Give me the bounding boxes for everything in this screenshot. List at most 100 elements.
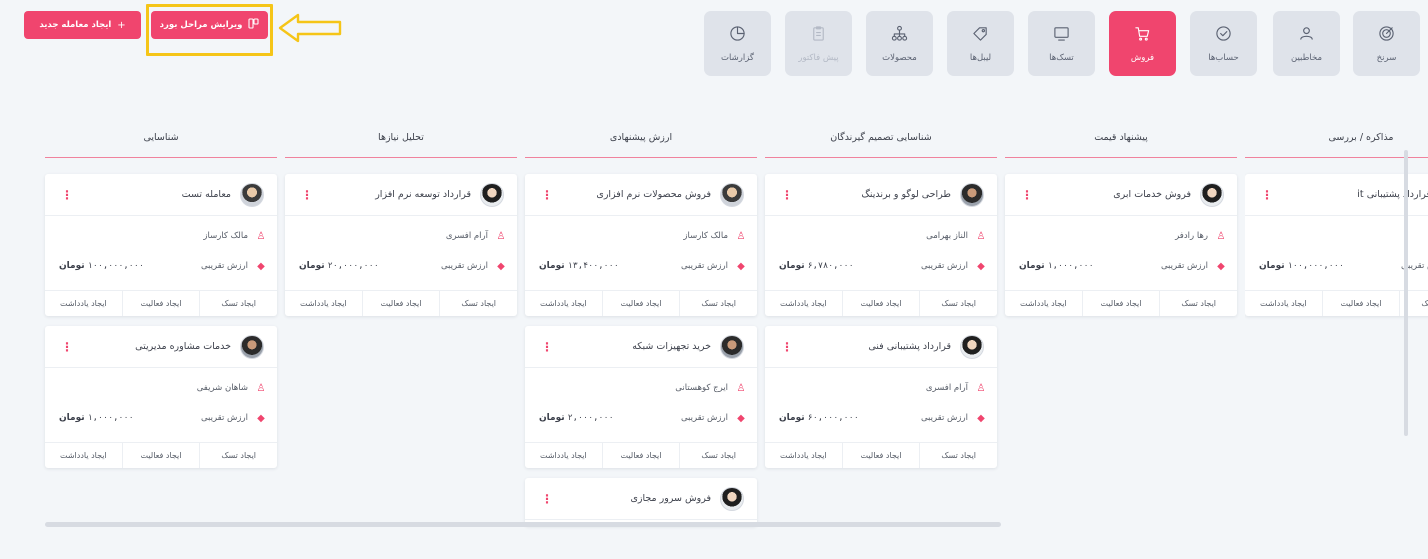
avatar xyxy=(720,182,744,207)
currency-label: تومان xyxy=(59,413,85,423)
deal-heading: فروش خدمات ابری xyxy=(1113,182,1224,207)
deal-card[interactable]: ⋮ قرارداد پشتیبانی فنی ♙ آرام افسری تومان ۶۰,… xyxy=(765,326,997,468)
deal-card[interactable]: ⋮ خرید تجهیزات شبکه ♙ ایرج کوهستانی تومان ۲,۰… xyxy=(525,326,757,468)
kebab-menu-icon[interactable]: ⋮ xyxy=(61,189,73,201)
deal-owner-row: ♙ شاهان شریفی xyxy=(45,373,277,403)
user-icon: ♙ xyxy=(1216,230,1226,242)
amount-label: ارزش تقریبی xyxy=(680,261,728,271)
deal-card-header: ⋮ خدمات مشاوره مدیریتی xyxy=(45,326,277,368)
board-column: شناسایی تصمیم گیرندگان ⋮ طراحی لوگو و برند… xyxy=(765,118,997,468)
deal-amount: تومان ۱,۰۰۰,۰۰۰ xyxy=(59,413,134,423)
kebab-menu-icon[interactable]: ⋮ xyxy=(541,493,553,505)
create-activity-button[interactable]: ایجاد فعالیت xyxy=(361,291,440,316)
column-title: شناسایی xyxy=(45,118,277,158)
create-activity-button[interactable]: ایجاد فعالیت xyxy=(121,291,200,316)
deal-card[interactable]: ⋮ فروش خدمات ابری ♙ رها رادفر تومان ۱,۰۰۰,۰۰۰… xyxy=(1005,174,1237,316)
deal-title[interactable]: خدمات مشاوره مدیریتی xyxy=(135,341,231,352)
deal-card[interactable]: ⋮ فروش محصولات نرم افزاری ♙ مالک کارساز توما… xyxy=(525,174,757,316)
owner-info: ♙ ایرج کوهستانی xyxy=(675,383,746,394)
deal-title[interactable]: طراحی لوگو و برندینگ xyxy=(861,189,951,200)
deal-card[interactable]: ⋮ فروش سرور مجازی xyxy=(525,478,757,526)
deal-title[interactable]: فروش خدمات ابری xyxy=(1113,189,1191,200)
amount-label-group: ◆ ارزش تقریبی xyxy=(441,261,506,272)
kebab-menu-icon[interactable]: ⋮ xyxy=(541,341,553,353)
kebab-menu-icon[interactable]: ⋮ xyxy=(1261,189,1273,201)
create-task-button[interactable]: ایجاد تسک xyxy=(919,291,997,316)
create-note-button[interactable]: ایجاد یادداشت xyxy=(285,291,362,316)
create-note-button[interactable]: ایجاد یادداشت xyxy=(525,291,602,316)
create-task-button[interactable]: ایجاد تسک xyxy=(679,291,757,316)
deal-amount: تومان ۱۰۰,۰۰۰,۰۰۰ xyxy=(1259,261,1344,271)
deal-card-header: ⋮ خرید تجهیزات شبکه xyxy=(525,326,757,368)
create-activity-button[interactable]: ایجاد فعالیت xyxy=(1081,291,1160,316)
create-task-button[interactable]: ایجاد تسک xyxy=(679,443,757,468)
deal-card[interactable]: ⋮ طراحی لوگو و برندینگ ♙ الناز بهرامی تومان ۶… xyxy=(765,174,997,316)
create-activity-button[interactable]: ایجاد فعالیت xyxy=(841,291,920,316)
kebab-menu-icon[interactable]: ⋮ xyxy=(781,341,793,353)
deal-card[interactable]: ⋮ قرارداد پشتیبانی it ♙تومان۱۰۰,۰۰۰,۰۰۰◆ار… xyxy=(1245,174,1428,316)
kebab-menu-icon[interactable]: ⋮ xyxy=(301,189,313,201)
deal-title[interactable]: خرید تجهیزات شبکه xyxy=(632,341,711,352)
deal-owner-row: ♙ الناز بهرامی xyxy=(765,221,997,251)
avatar xyxy=(960,182,984,207)
deal-card[interactable]: ⋮ قرارداد توسعه نرم افزار ♙ آرام افسری تومان… xyxy=(285,174,517,316)
amount-value: ۲۰,۰۰۰,۰۰۰ xyxy=(327,261,379,271)
deal-amount-row: تومان ۲۰,۰۰۰,۰۰۰ ◆ ارزش تقریبی xyxy=(285,251,517,281)
create-task-button[interactable]: ایجاد تسک xyxy=(199,291,277,316)
create-task-button[interactable]: ایجاد تسک xyxy=(919,443,997,468)
create-note-button[interactable]: ایجاد یادداشت xyxy=(765,443,842,468)
create-task-button[interactable]: ایجاد تسک xyxy=(199,443,277,468)
amount-value: ۶۰,۰۰۰,۰۰۰ xyxy=(807,413,859,423)
amount-label-group: ◆ ارزش تقریبی xyxy=(1161,261,1226,272)
kebab-menu-icon[interactable]: ⋮ xyxy=(541,189,553,201)
deal-title[interactable]: قرارداد پشتیبانی فنی xyxy=(868,341,951,352)
currency-label: تومان xyxy=(1259,261,1285,271)
currency-label: تومان xyxy=(299,261,325,271)
amount-label: ارزش تقریبی xyxy=(200,261,248,271)
kebab-menu-icon[interactable]: ⋮ xyxy=(61,341,73,353)
column-cards: ⋮ معامله تست ♙ مالک کارساز تومان ۱۰۰,۰۰۰,۰۰۰ ◆… xyxy=(45,174,277,468)
kebab-menu-icon[interactable]: ⋮ xyxy=(781,189,793,201)
amount-value: ۶,۷۸۰,۰۰۰ xyxy=(807,261,854,271)
create-task-button[interactable]: ایجاد تسک xyxy=(439,291,517,316)
create-activity-button[interactable]: ایجاد فعالیت xyxy=(601,443,680,468)
currency-label: تومان xyxy=(539,413,565,423)
create-note-button[interactable]: ایجاد یادداشت xyxy=(1245,291,1322,316)
owner-info: ♙ رها رادفر xyxy=(1175,231,1226,242)
deal-card[interactable]: ⋮ خدمات مشاوره مدیریتی ♙ شاهان شریفی تومان ۱,… xyxy=(45,326,277,468)
diamond-icon: ◆ xyxy=(737,412,745,424)
deal-title[interactable]: فروش سرور مجازی xyxy=(630,493,711,504)
create-activity-button[interactable]: ایجاد فعالیت xyxy=(601,291,680,316)
board-overflow-area: مذاکره / بررسی⋮قرارداد پشتیبانی it♙تومان… xyxy=(1245,0,1428,559)
vertical-scrollbar[interactable] xyxy=(1404,150,1408,436)
deal-card[interactable]: ⋮ معامله تست ♙ مالک کارساز تومان ۱۰۰,۰۰۰,۰۰۰ ◆… xyxy=(45,174,277,316)
deal-title[interactable]: قرارداد پشتیبانی it xyxy=(1357,189,1428,200)
deal-amount-row: تومان ۱۳,۴۰۰,۰۰۰ ◆ ارزش تقریبی xyxy=(525,251,757,281)
create-note-button[interactable]: ایجاد یادداشت xyxy=(1005,291,1082,316)
horizontal-scrollbar[interactable] xyxy=(45,522,1001,527)
deal-title[interactable]: فروش محصولات نرم افزاری xyxy=(596,189,711,200)
create-activity-button[interactable]: ایجاد فعالیت xyxy=(121,443,200,468)
column-title: مذاکره / بررسی xyxy=(1245,118,1428,158)
amount-value: ۱۳,۴۰۰,۰۰۰ xyxy=(567,261,619,271)
owner-info: ♙ آرام افسری xyxy=(926,383,986,394)
deal-title[interactable]: قرارداد توسعه نرم افزار xyxy=(375,189,471,200)
diamond-icon: ◆ xyxy=(1217,260,1225,272)
user-icon: ♙ xyxy=(496,230,506,242)
amount-label-group: ◆ ارزش تقریبی xyxy=(201,261,266,272)
avatar xyxy=(240,334,264,359)
deal-amount-row: تومان۱۰۰,۰۰۰,۰۰۰ ◆ ارزش تقریبی xyxy=(45,251,277,281)
create-note-button[interactable]: ایجاد یادداشت xyxy=(45,291,122,316)
deal-title[interactable]: معامله تست xyxy=(182,189,231,200)
create-activity-button[interactable]: ایجاد فعالیت xyxy=(841,443,920,468)
column-cards: ⋮ فروش محصولات نرم افزاری ♙ مالک کارساز توما… xyxy=(525,174,757,526)
deal-amount-row: تومان ۱,۰۰۰,۰۰۰ ◆ ارزش تقریبی xyxy=(45,403,277,433)
user-icon: ♙ xyxy=(736,382,746,394)
deal-owner-row: ♙ آرام افسری xyxy=(285,221,517,251)
create-note-button[interactable]: ایجاد یادداشت xyxy=(765,291,842,316)
create-note-button[interactable]: ایجاد یادداشت xyxy=(525,443,602,468)
create-note-button[interactable]: ایجاد یادداشت xyxy=(45,443,122,468)
create-task-button[interactable]: ایجاد تسک xyxy=(1159,291,1237,316)
kebab-menu-icon[interactable]: ⋮ xyxy=(1021,189,1033,201)
create-activity-button[interactable]: ایجاد فعالیت xyxy=(1321,291,1400,316)
